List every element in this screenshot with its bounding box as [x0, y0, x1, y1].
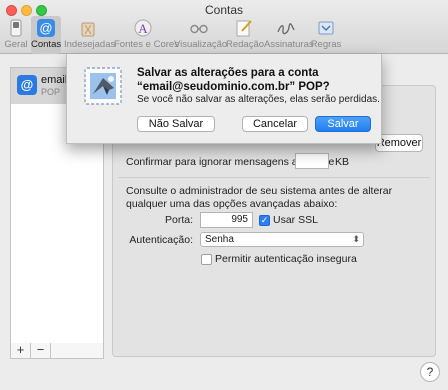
- cancel-button[interactable]: Cancelar: [242, 116, 308, 132]
- size-unit-label: KB: [335, 156, 350, 168]
- title-bar: Contas Geral @ Contas Indesejadas A Font…: [0, 0, 448, 54]
- authentication-value: Senha: [205, 234, 234, 245]
- tab-label: Regras: [310, 39, 342, 50]
- window-title: Contas: [204, 3, 244, 17]
- at-sign-icon: @: [37, 19, 55, 37]
- dialog-message: Se você não salvar as alterações, elas s…: [137, 94, 380, 105]
- divider: [118, 177, 430, 178]
- dont-save-button[interactable]: Não Salvar: [137, 116, 215, 132]
- glasses-icon: [190, 24, 208, 34]
- dialog-title: Salvar as alterações para a conta “email…: [137, 67, 330, 93]
- insecure-auth-label: Permitir autenticação insegura: [215, 253, 357, 265]
- signature-icon: [277, 23, 295, 35]
- remove-account-button[interactable]: −: [31, 343, 51, 358]
- insecure-auth-checkbox[interactable]: [201, 254, 212, 265]
- authentication-label: Autenticação:: [129, 234, 193, 246]
- help-button[interactable]: ?: [420, 362, 440, 382]
- tab-assinaturas[interactable]: Assinaturas: [264, 16, 314, 54]
- tab-geral[interactable]: Geral: [4, 16, 28, 54]
- tab-indesejadas[interactable]: Indesejadas: [64, 16, 116, 54]
- message-size-input[interactable]: [295, 153, 329, 169]
- trash-icon: [81, 22, 95, 37]
- tab-label: Assinaturas: [264, 39, 314, 50]
- authentication-select[interactable]: Senha ⬍: [200, 232, 364, 247]
- svg-text:A: A: [138, 21, 148, 36]
- use-ssl-label: Usar SSL: [273, 214, 318, 226]
- svg-text:@: @: [39, 21, 52, 36]
- tab-redacao[interactable]: Redação: [226, 16, 265, 54]
- at-sign-icon: @: [17, 75, 37, 95]
- tab-label: Fontes e Cores: [114, 39, 179, 50]
- tab-label: Redação: [226, 39, 265, 50]
- add-account-button[interactable]: +: [11, 343, 31, 358]
- use-ssl-checkbox[interactable]: ✓: [259, 215, 270, 226]
- tab-label: Visualização: [174, 39, 228, 50]
- mail-stamp-icon: [84, 67, 122, 105]
- save-changes-dialog: Salvar as alterações para a conta “email…: [66, 54, 382, 144]
- tab-visualizacao[interactable]: Visualização: [174, 16, 228, 54]
- preferences-toolbar: Geral @ Contas Indesejadas A Fontes e Co…: [0, 16, 448, 54]
- tab-fontes-e-cores[interactable]: A Fontes e Cores: [114, 16, 179, 54]
- port-label: Porta:: [164, 214, 193, 226]
- remove-messages-button[interactable]: Remover: [375, 134, 423, 152]
- tab-label: Contas: [31, 39, 62, 50]
- rules-icon: [318, 21, 334, 35]
- chevron-updown-icon: ⬍: [352, 234, 360, 244]
- fonts-icon: A: [134, 19, 152, 37]
- account-type: POP: [41, 87, 61, 97]
- compose-icon: [236, 20, 252, 37]
- switch-icon: [10, 19, 22, 37]
- account-list-buttons: + −: [10, 343, 104, 359]
- save-button[interactable]: Salvar: [315, 116, 371, 132]
- tab-regras[interactable]: Regras: [310, 16, 342, 54]
- advanced-note: Consulte o administrador de seu sistema …: [126, 185, 393, 210]
- tab-label: Geral: [4, 39, 28, 50]
- tab-label: Indesejadas: [64, 39, 116, 50]
- port-input[interactable]: 995: [200, 212, 253, 228]
- tab-contas[interactable]: @ Contas: [31, 16, 61, 54]
